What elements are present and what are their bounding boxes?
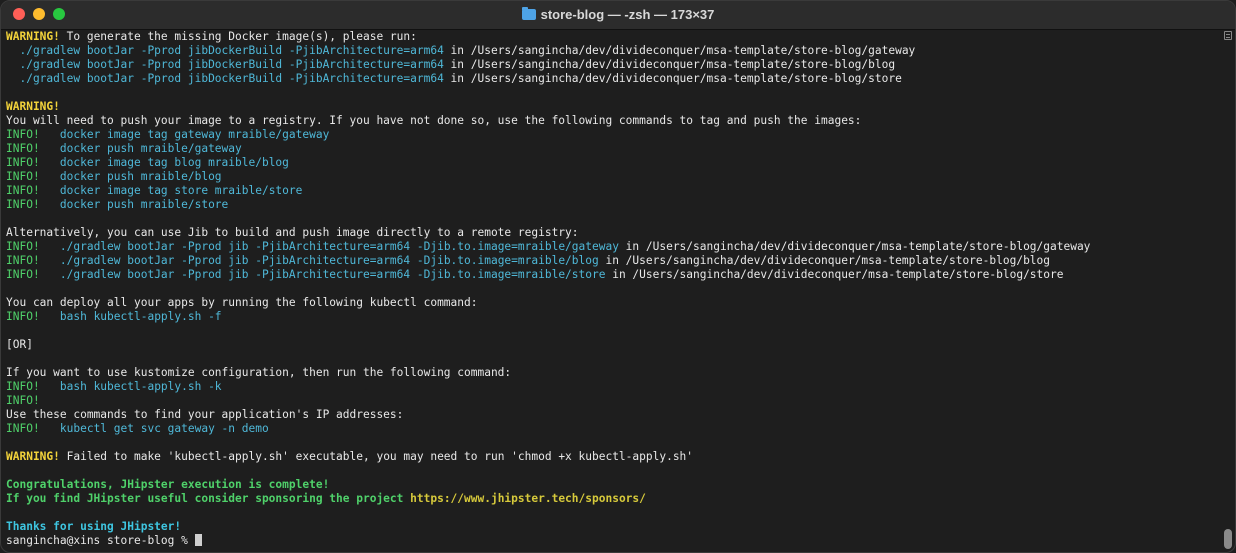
- terminal-text-segment: INFO!: [6, 394, 40, 407]
- terminal-line: ./gradlew bootJar -Pprod jibDockerBuild …: [6, 44, 1219, 58]
- terminal-line: INFO! kubectl get svc gateway -n demo: [6, 422, 1219, 436]
- terminal-text-segment: in /Users/sangincha/dev/divideconquer/ms…: [443, 44, 916, 57]
- title-bar: store-blog — -zsh — 173×37: [1, 1, 1235, 30]
- terminal-text-segment: ./gradlew bootJar -Pprod jibDockerBuild …: [6, 44, 444, 57]
- terminal-text-segment: To generate the missing Docker image(s),…: [59, 30, 417, 43]
- terminal-text-segment: in /Users/sangincha/dev/divideconquer/ms…: [598, 254, 1051, 267]
- terminal-line: WARNING! To generate the missing Docker …: [6, 30, 1219, 44]
- window-title-container: store-blog — -zsh — 173×37: [1, 1, 1235, 29]
- terminal-line: If you want to use kustomize configurati…: [6, 366, 1219, 380]
- terminal-text-segment: docker image tag store mraible/store: [39, 184, 303, 197]
- terminal-line: [OR]: [6, 338, 1219, 352]
- terminal-text-segment: You can deploy all your apps by running …: [6, 296, 478, 309]
- terminal-line: INFO! docker image tag blog mraible/blog: [6, 156, 1219, 170]
- terminal-text-segment: Failed to make 'kubectl-apply.sh' execut…: [59, 450, 694, 463]
- terminal-text-segment: in /Users/sangincha/dev/divideconquer/ms…: [443, 58, 896, 71]
- terminal-line: WARNING!: [6, 100, 1219, 114]
- terminal-text-segment: kubectl get svc gateway -n demo: [39, 422, 269, 435]
- folder-icon: [521, 7, 536, 20]
- terminal-output[interactable]: WARNING! To generate the missing Docker …: [6, 30, 1219, 552]
- terminal-text-segment: INFO!: [6, 268, 40, 281]
- terminal-text-segment: INFO!: [6, 240, 40, 253]
- terminal-text-segment: INFO!: [6, 422, 40, 435]
- terminal-text-segment: docker image tag blog mraible/blog: [39, 156, 289, 169]
- terminal-line: You will need to push your image to a re…: [6, 114, 1219, 128]
- terminal-line: Thanks for using JHipster!: [6, 520, 1219, 534]
- terminal-text-segment: Thanks for using JHipster!: [6, 520, 182, 533]
- terminal-line: sangincha@xins store-blog %: [6, 534, 1219, 548]
- terminal-text-segment: ./gradlew bootJar -Pprod jib -PjibArchit…: [39, 268, 606, 281]
- terminal-line: INFO! ./gradlew bootJar -Pprod jib -Pjib…: [6, 240, 1219, 254]
- terminal-line: INFO! docker push mraible/gateway: [6, 142, 1219, 156]
- terminal-text-segment: INFO!: [6, 156, 40, 169]
- terminal-line: INFO! docker image tag gateway mraible/g…: [6, 128, 1219, 142]
- terminal-line: Congratulations, JHipster execution is c…: [6, 478, 1219, 492]
- terminal-window: store-blog — -zsh — 173×37 WARNING! To g…: [0, 0, 1236, 553]
- terminal-line: Alternatively, you can use Jib to build …: [6, 226, 1219, 240]
- terminal-line: Use these commands to find your applicat…: [6, 408, 1219, 422]
- terminal-text-segment: sangincha@xins store-blog %: [6, 534, 195, 547]
- terminal-text-segment: INFO!: [6, 184, 40, 197]
- terminal-text-segment: in /Users/sangincha/dev/divideconquer/ms…: [605, 268, 1064, 281]
- terminal-line: INFO! ./gradlew bootJar -Pprod jib -Pjib…: [6, 254, 1219, 268]
- terminal-text-segment: docker push mraible/gateway: [39, 142, 242, 155]
- window-title: store-blog — -zsh — 173×37: [540, 7, 715, 22]
- terminal-line: INFO! docker image tag store mraible/sto…: [6, 184, 1219, 198]
- terminal-line: INFO! docker push mraible/store: [6, 198, 1219, 212]
- terminal-text-segment: Use these commands to find your applicat…: [6, 408, 404, 421]
- terminal-line: INFO! docker push mraible/blog: [6, 170, 1219, 184]
- terminal-text-segment: bash kubectl-apply.sh -f: [39, 310, 222, 323]
- terminal-text-segment: in /Users/sangincha/dev/divideconquer/ms…: [618, 240, 1091, 253]
- terminal-line: INFO! bash kubectl-apply.sh -k: [6, 380, 1219, 394]
- terminal-text-segment: INFO!: [6, 128, 40, 141]
- terminal-cursor: [194, 534, 202, 546]
- terminal-text-segment: WARNING!: [6, 100, 60, 113]
- terminal-text-segment: You will need to push your image to a re…: [6, 114, 862, 127]
- terminal-line: INFO! bash kubectl-apply.sh -f: [6, 310, 1219, 324]
- terminal-line: If you find JHipster useful consider spo…: [6, 492, 1219, 506]
- terminal-text-segment: in /Users/sangincha/dev/divideconquer/ms…: [443, 72, 902, 85]
- terminal-line: WARNING! Failed to make 'kubectl-apply.s…: [6, 450, 1219, 464]
- terminal-text-segment: INFO!: [6, 310, 40, 323]
- terminal-text-segment: WARNING!: [6, 30, 60, 43]
- terminal-text-segment: docker push mraible/blog: [39, 170, 222, 183]
- terminal-text-segment: https://www.jhipster.tech/sponsors/: [410, 492, 646, 505]
- terminal-text-segment: ./gradlew bootJar -Pprod jibDockerBuild …: [6, 72, 444, 85]
- terminal-text-segment: docker push mraible/store: [39, 198, 229, 211]
- terminal-text-segment: ./gradlew bootJar -Pprod jibDockerBuild …: [6, 58, 444, 71]
- terminal-text-segment: If you want to use kustomize configurati…: [6, 366, 512, 379]
- terminal-text-segment: ./gradlew bootJar -Pprod jib -PjibArchit…: [39, 254, 599, 267]
- terminal-text-segment: [OR]: [6, 338, 33, 351]
- terminal-text-segment: bash kubectl-apply.sh -k: [39, 380, 222, 393]
- terminal-text-segment: ./gradlew bootJar -Pprod jib -PjibArchit…: [39, 240, 619, 253]
- terminal-text-segment: If you find JHipster useful consider spo…: [6, 492, 411, 505]
- terminal-text-segment: Alternatively, you can use Jib to build …: [6, 226, 579, 239]
- terminal-line: ./gradlew bootJar -Pprod jibDockerBuild …: [6, 72, 1219, 86]
- terminal-text-segment: WARNING!: [6, 450, 60, 463]
- terminal-text-segment: Congratulations, JHipster execution is c…: [6, 478, 330, 491]
- terminal-text-segment: INFO!: [6, 170, 40, 183]
- scrollbar-thumb[interactable]: [1224, 529, 1232, 549]
- terminal-text-segment: INFO!: [6, 142, 40, 155]
- terminal-text-segment: INFO!: [6, 198, 40, 211]
- terminal-line: You can deploy all your apps by running …: [6, 296, 1219, 310]
- terminal-line: ./gradlew bootJar -Pprod jibDockerBuild …: [6, 58, 1219, 72]
- terminal-line: INFO!: [6, 394, 1219, 408]
- terminal-line: INFO! ./gradlew bootJar -Pprod jib -Pjib…: [6, 268, 1219, 282]
- terminal-text-segment: INFO!: [6, 380, 40, 393]
- terminal-text-segment: INFO!: [6, 254, 40, 267]
- scroll-marks-icon[interactable]: [1224, 31, 1232, 40]
- terminal-text-segment: docker image tag gateway mraible/gateway: [39, 128, 330, 141]
